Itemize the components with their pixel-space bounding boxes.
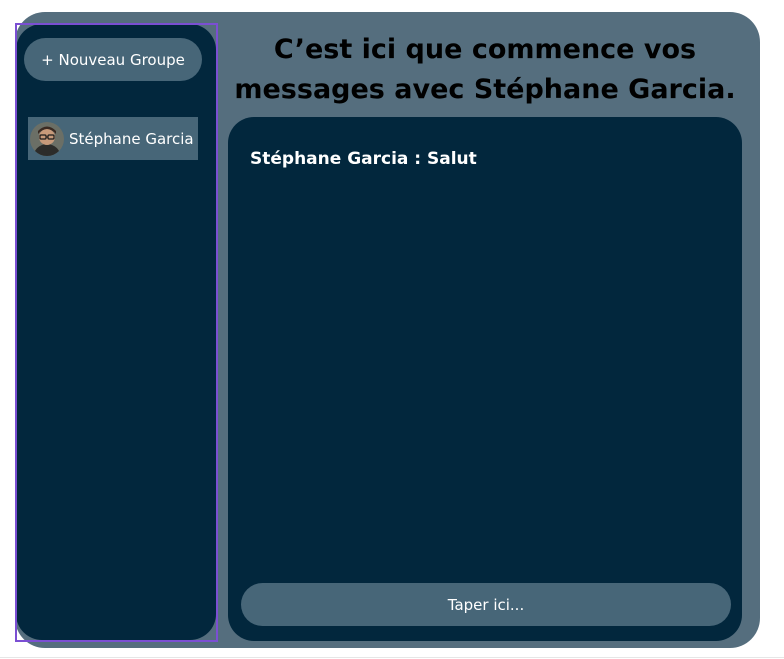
message-item: Stéphane Garcia : Salut <box>250 149 477 169</box>
divider <box>0 657 784 658</box>
contact-name: Stéphane Garcia <box>69 129 194 148</box>
message-input[interactable] <box>241 583 731 626</box>
user-avatar-icon <box>30 121 64 156</box>
sidebar-item-contact[interactable]: Stéphane Garcia <box>28 117 198 160</box>
conversation-title: C’est ici que commence vos messages avec… <box>234 34 736 105</box>
new-group-button[interactable]: + Nouveau Groupe <box>24 38 202 81</box>
chat-panel <box>228 117 742 641</box>
